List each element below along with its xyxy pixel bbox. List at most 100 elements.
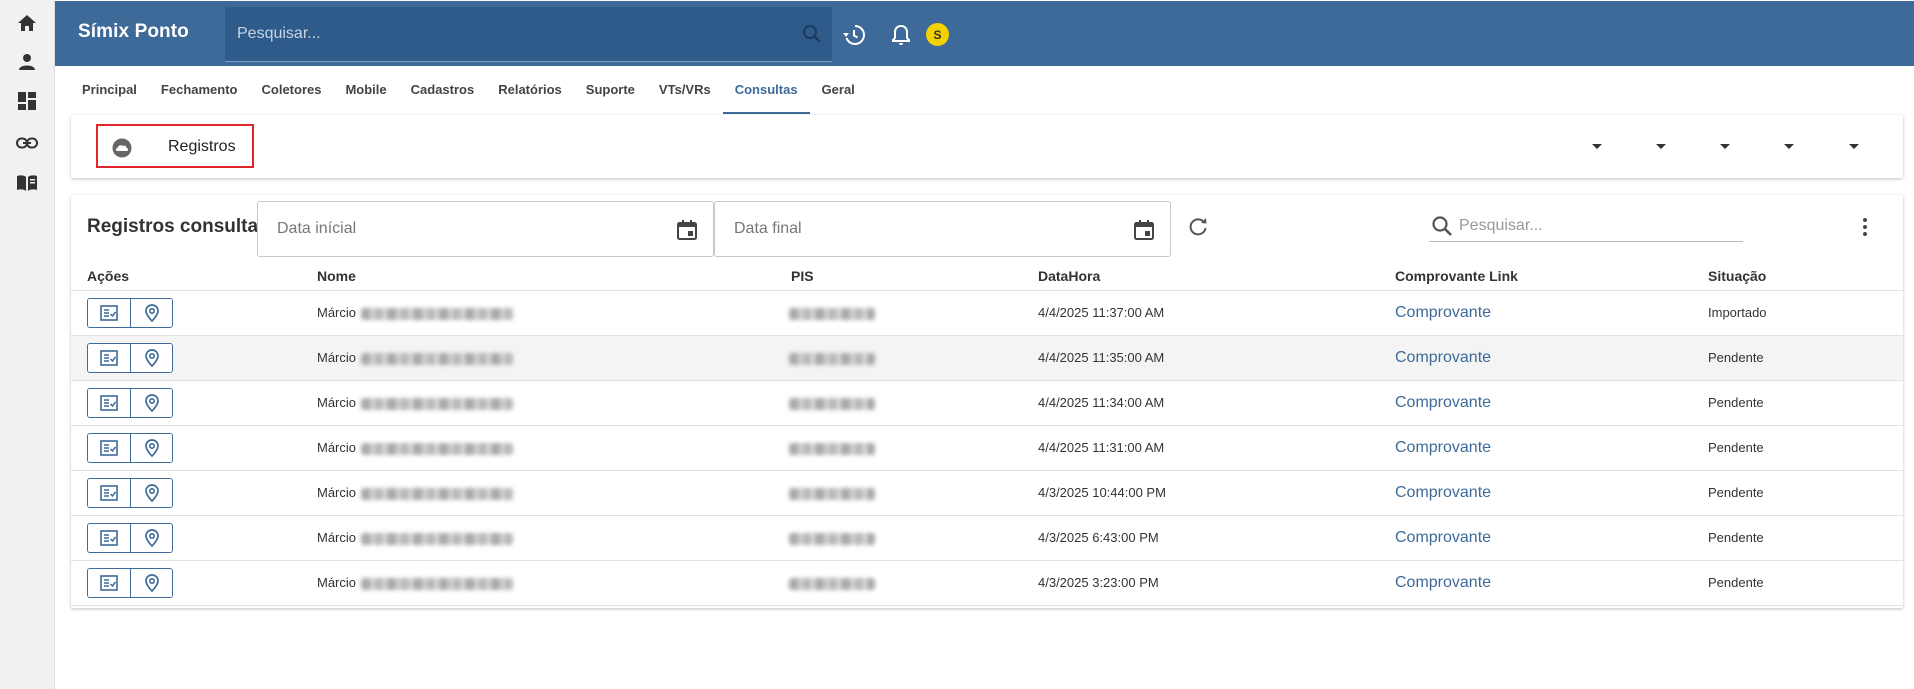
bell-icon[interactable] bbox=[889, 23, 913, 47]
redacted-name bbox=[361, 577, 514, 590]
redacted-pis bbox=[789, 442, 875, 455]
global-search-input[interactable] bbox=[225, 7, 785, 61]
cell-datahora: 4/3/2025 3:23:00 PM bbox=[1038, 560, 1395, 606]
tab-consultas[interactable]: Consultas bbox=[722, 70, 810, 114]
name-text: Márcio bbox=[317, 395, 357, 410]
registros-label: Registros bbox=[168, 138, 236, 155]
history-icon[interactable] bbox=[842, 23, 866, 47]
details-button[interactable] bbox=[88, 433, 130, 462]
calendar-icon[interactable] bbox=[1133, 219, 1155, 241]
cell-nome: Márcio bbox=[317, 290, 791, 336]
cell-nome: Márcio bbox=[317, 380, 791, 426]
tab-suporte[interactable]: Suporte bbox=[574, 70, 647, 112]
comprovante-link[interactable]: Comprovante bbox=[1395, 484, 1491, 501]
dashboard-icon[interactable] bbox=[14, 88, 40, 114]
table-search-input[interactable] bbox=[1459, 211, 1739, 241]
location-button[interactable] bbox=[130, 343, 172, 372]
app-brand[interactable]: Símix Ponto bbox=[78, 21, 189, 43]
location-pin-icon bbox=[144, 528, 159, 547]
table-body: Márcio 4/4/2025 11:37:00 AM Comprovante … bbox=[71, 290, 1903, 606]
location-button[interactable] bbox=[130, 298, 172, 327]
left-rail bbox=[0, 0, 55, 689]
col-situacao[interactable]: Situação bbox=[1708, 262, 1903, 291]
person-icon[interactable] bbox=[14, 49, 40, 75]
checklist-icon bbox=[100, 349, 118, 366]
row-action-group bbox=[87, 522, 173, 553]
details-button[interactable] bbox=[88, 388, 130, 417]
tab-geral[interactable]: Geral bbox=[810, 70, 867, 112]
details-button[interactable] bbox=[88, 523, 130, 552]
details-button[interactable] bbox=[88, 568, 130, 597]
cell-nome: Márcio bbox=[317, 335, 791, 381]
calendar-icon[interactable] bbox=[676, 219, 698, 241]
chevron-down-icon[interactable] bbox=[1848, 141, 1860, 151]
col-datahora[interactable]: DataHora bbox=[1038, 262, 1395, 291]
home-icon[interactable] bbox=[14, 10, 40, 36]
top-app-bar: Símix Ponto S bbox=[55, 1, 1914, 66]
comprovante-link[interactable]: Comprovante bbox=[1395, 574, 1491, 591]
comprovante-link[interactable]: Comprovante bbox=[1395, 529, 1491, 546]
tab-relatorios[interactable]: Relatórios bbox=[486, 70, 574, 112]
cell-situacao: Pendente bbox=[1708, 470, 1903, 516]
table-row: Márcio 4/4/2025 11:35:00 AM Comprovante … bbox=[71, 335, 1903, 381]
col-nome[interactable]: Nome bbox=[317, 262, 791, 291]
refresh-icon[interactable] bbox=[1187, 216, 1209, 238]
cell-datahora: 4/3/2025 10:44:00 PM bbox=[1038, 470, 1395, 516]
tab-mobile[interactable]: Mobile bbox=[333, 70, 398, 112]
tab-coletores[interactable]: Coletores bbox=[250, 70, 334, 112]
location-button[interactable] bbox=[130, 523, 172, 552]
table-row: Márcio 4/4/2025 11:34:00 AM Comprovante … bbox=[71, 380, 1903, 426]
more-vert-icon[interactable] bbox=[1861, 216, 1869, 238]
location-pin-icon bbox=[144, 303, 159, 322]
cell-pis bbox=[789, 335, 1038, 381]
location-button[interactable] bbox=[130, 568, 172, 597]
location-pin-icon bbox=[144, 573, 159, 592]
comprovante-link[interactable]: Comprovante bbox=[1395, 439, 1491, 456]
col-comprovante[interactable]: Comprovante Link bbox=[1395, 262, 1708, 291]
book-icon[interactable] bbox=[14, 170, 40, 196]
location-button[interactable] bbox=[130, 478, 172, 507]
tab-fechamento[interactable]: Fechamento bbox=[149, 70, 250, 112]
registros-menu-button[interactable]: Registros bbox=[96, 124, 254, 168]
date-start-input[interactable] bbox=[258, 202, 658, 256]
date-end-input[interactable] bbox=[715, 202, 1115, 256]
location-button[interactable] bbox=[130, 433, 172, 462]
tab-principal[interactable]: Principal bbox=[70, 70, 149, 112]
link-icon[interactable] bbox=[14, 130, 40, 156]
cell-nome: Márcio bbox=[317, 560, 791, 606]
cell-pis bbox=[789, 290, 1038, 336]
details-button[interactable] bbox=[88, 298, 130, 327]
details-button[interactable] bbox=[88, 478, 130, 507]
cell-comprovante: Comprovante bbox=[1395, 290, 1708, 336]
date-start-field bbox=[257, 201, 714, 257]
name-text: Márcio bbox=[317, 350, 357, 365]
row-action-group bbox=[87, 477, 173, 508]
chevron-down-icon[interactable] bbox=[1783, 141, 1795, 151]
comprovante-link[interactable]: Comprovante bbox=[1395, 349, 1491, 366]
comprovante-link[interactable]: Comprovante bbox=[1395, 304, 1491, 321]
row-actions bbox=[71, 380, 317, 426]
table-row: Márcio 4/3/2025 3:23:00 PM Comprovante P… bbox=[71, 560, 1903, 606]
redacted-pis bbox=[789, 487, 875, 500]
name-text: Márcio bbox=[317, 575, 357, 590]
tab-vts-vrs[interactable]: VTs/VRs bbox=[647, 70, 723, 112]
cell-situacao: Importado bbox=[1708, 290, 1903, 336]
cell-datahora: 4/4/2025 11:37:00 AM bbox=[1038, 290, 1395, 336]
avatar[interactable]: S bbox=[926, 23, 949, 46]
chevron-down-icon[interactable] bbox=[1719, 141, 1731, 151]
search-icon[interactable] bbox=[802, 24, 822, 44]
location-button[interactable] bbox=[130, 388, 172, 417]
row-actions bbox=[71, 335, 317, 381]
name-text: Márcio bbox=[317, 440, 357, 455]
col-acoes[interactable]: Ações bbox=[71, 262, 317, 291]
cell-comprovante: Comprovante bbox=[1395, 335, 1708, 381]
cell-datahora: 4/4/2025 11:34:00 AM bbox=[1038, 380, 1395, 426]
details-button[interactable] bbox=[88, 343, 130, 372]
tab-cadastros[interactable]: Cadastros bbox=[399, 70, 487, 112]
chevron-down-icon[interactable] bbox=[1655, 141, 1667, 151]
comprovante-link[interactable]: Comprovante bbox=[1395, 394, 1491, 411]
cell-nome: Márcio bbox=[317, 470, 791, 516]
col-pis[interactable]: PIS bbox=[791, 262, 1038, 291]
cell-pis bbox=[789, 380, 1038, 426]
chevron-down-icon[interactable] bbox=[1591, 141, 1603, 151]
